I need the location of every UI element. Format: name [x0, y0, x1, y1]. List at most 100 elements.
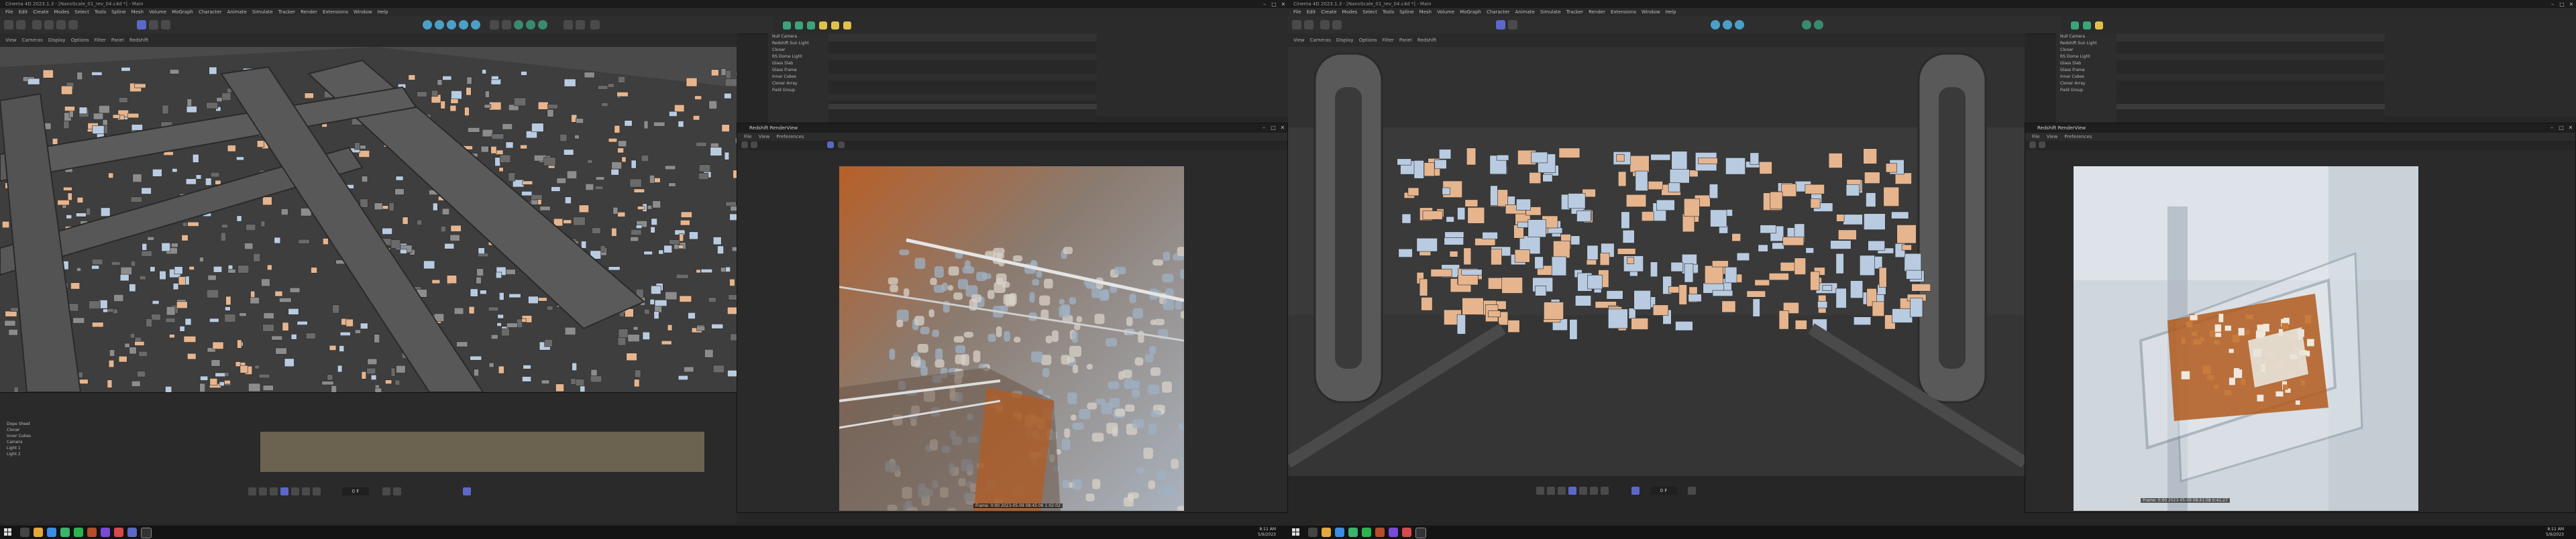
- render-region-icon[interactable]: [1711, 20, 1720, 29]
- object-item[interactable]: Cloner: [768, 47, 828, 54]
- viewport-menu-cameras[interactable]: Cameras: [22, 38, 43, 43]
- play-icon[interactable]: [1568, 487, 1576, 495]
- object-item[interactable]: Inner Cubes: [2056, 74, 2116, 80]
- object-item[interactable]: Field Group: [2056, 87, 2116, 94]
- next-key-icon[interactable]: [302, 487, 310, 495]
- object-item[interactable]: Cloner: [2056, 47, 2116, 54]
- viewport-menu-cameras[interactable]: Cameras: [1310, 38, 1331, 43]
- points-mode-icon[interactable]: [1508, 20, 1517, 29]
- chrome-icon[interactable]: [1348, 528, 1358, 537]
- rv-stop-icon[interactable]: [751, 141, 757, 148]
- menu-animate[interactable]: Animate: [227, 9, 247, 15]
- menu-modes[interactable]: Modes: [1342, 9, 1358, 15]
- render-settings-icon[interactable]: [447, 20, 456, 29]
- spotify-icon[interactable]: [1362, 528, 1371, 537]
- menu-create[interactable]: Create: [33, 9, 48, 15]
- select-icon[interactable]: [32, 20, 42, 29]
- menu-tracker[interactable]: Tracker: [1566, 9, 1583, 15]
- scale-icon[interactable]: [56, 20, 66, 29]
- undo-icon[interactable]: [4, 20, 13, 29]
- light-icon[interactable]: [576, 20, 585, 29]
- subdivision-icon[interactable]: [1802, 20, 1811, 29]
- menu-render[interactable]: Render: [301, 9, 317, 15]
- render-canvas[interactable]: Frame: 0:00 2023-05-09 08:45:06 1:02:02: [839, 166, 1189, 520]
- viewport-menu-options[interactable]: Options: [1359, 38, 1377, 43]
- render-view-icon[interactable]: [1723, 20, 1732, 29]
- app-icon[interactable]: [87, 528, 97, 537]
- rv-menu-file[interactable]: File: [2032, 134, 2040, 139]
- viewport-menu-view[interactable]: View: [5, 38, 17, 43]
- spline-pen-icon[interactable]: [2071, 21, 2079, 29]
- timeline-row[interactable]: Light 1: [0, 445, 255, 451]
- timeline-row[interactable]: Inner Cubes: [0, 433, 255, 439]
- explorer-icon[interactable]: [1322, 528, 1331, 537]
- prev-frame-icon[interactable]: [270, 487, 278, 495]
- menu-select[interactable]: Select: [74, 9, 89, 15]
- menu-help[interactable]: Help: [1666, 9, 1676, 15]
- spotify-icon[interactable]: [74, 528, 83, 537]
- render-view-minimize-icon[interactable]: –: [2548, 125, 2555, 131]
- select-icon[interactable]: [1320, 20, 1330, 29]
- rv-ipr-icon[interactable]: [827, 141, 834, 148]
- redo-icon[interactable]: [1304, 20, 1313, 29]
- object-item[interactable]: RS Dome Light: [2056, 54, 2116, 60]
- menu-mograph[interactable]: MoGraph: [172, 9, 193, 15]
- menu-edit[interactable]: Edit: [1307, 9, 1316, 15]
- viewport-menu-view[interactable]: View: [1293, 38, 1305, 43]
- rotate-icon[interactable]: [68, 20, 78, 29]
- app-icon[interactable]: [1402, 528, 1411, 537]
- menu-edit[interactable]: Edit: [19, 9, 28, 15]
- object-item[interactable]: Inner Cubes: [768, 74, 828, 80]
- cloner-icon[interactable]: [1814, 20, 1823, 29]
- menu-modes[interactable]: Modes: [54, 9, 70, 15]
- cinema4d-icon[interactable]: [141, 528, 152, 538]
- arc-icon[interactable]: [807, 21, 815, 29]
- rv-menu-preferences[interactable]: Preferences: [2064, 134, 2092, 139]
- text-icon[interactable]: [819, 21, 827, 29]
- viewport-menu-options[interactable]: Options: [71, 38, 89, 43]
- record-icon[interactable]: [1688, 487, 1696, 495]
- menu-file[interactable]: File: [1293, 9, 1301, 15]
- circle-icon[interactable]: [795, 21, 803, 29]
- object-item[interactable]: Redshift Sun Light: [2056, 40, 2116, 47]
- timeline-row[interactable]: Camera: [0, 439, 255, 445]
- timeline-row[interactable]: Light 2: [0, 451, 255, 457]
- menu-simulate[interactable]: Simulate: [252, 9, 273, 15]
- viewport-menu-redshift[interactable]: Redshift: [129, 38, 148, 43]
- app-icon[interactable]: [1389, 528, 1398, 537]
- object-item[interactable]: Null Camera: [2056, 34, 2116, 40]
- object-item[interactable]: Glass Slab: [2056, 60, 2116, 67]
- render-view-close-icon[interactable]: ✕: [1279, 125, 1286, 131]
- helix-icon[interactable]: [843, 21, 851, 29]
- search-icon[interactable]: [20, 528, 30, 537]
- rv-menu-view[interactable]: View: [2047, 134, 2058, 139]
- close-icon[interactable]: ✕: [1280, 1, 1287, 8]
- menu-mesh[interactable]: Mesh: [131, 9, 144, 15]
- maximize-icon[interactable]: □: [1271, 1, 1277, 8]
- cube-icon[interactable]: [490, 20, 499, 29]
- camera-icon[interactable]: [564, 20, 573, 29]
- rv-start-icon[interactable]: [2029, 141, 2036, 148]
- menu-tools[interactable]: Tools: [95, 9, 106, 15]
- deformer-icon[interactable]: [538, 20, 547, 29]
- menu-window[interactable]: Window: [1642, 9, 1660, 15]
- menu-extensions[interactable]: Extensions: [1611, 9, 1636, 15]
- edges-mode-icon[interactable]: [161, 20, 170, 29]
- menu-file[interactable]: File: [5, 9, 13, 15]
- cinema4d-icon[interactable]: [1415, 528, 1426, 538]
- circle-icon[interactable]: [2083, 21, 2091, 29]
- windows-start-icon[interactable]: [1292, 528, 1300, 536]
- app-icon[interactable]: [114, 528, 123, 537]
- edge-icon[interactable]: [1335, 528, 1344, 537]
- rv-stop-icon[interactable]: [2039, 141, 2045, 148]
- autokey-icon[interactable]: [393, 487, 401, 495]
- render-region-icon[interactable]: [423, 20, 432, 29]
- render-canvas[interactable]: Frame: 0:00 2023-05-09 08:41:58 0:41:27: [2074, 166, 2418, 511]
- timeline-track[interactable]: [260, 432, 704, 472]
- app-icon[interactable]: [127, 528, 137, 537]
- object-item[interactable]: Cloner Array: [2056, 80, 2116, 87]
- render-view-close-icon[interactable]: ✕: [2567, 125, 2574, 131]
- menu-volume[interactable]: Volume: [1437, 9, 1454, 15]
- next-frame-icon[interactable]: [1579, 487, 1587, 495]
- frame-field[interactable]: 0 F: [1650, 487, 1677, 495]
